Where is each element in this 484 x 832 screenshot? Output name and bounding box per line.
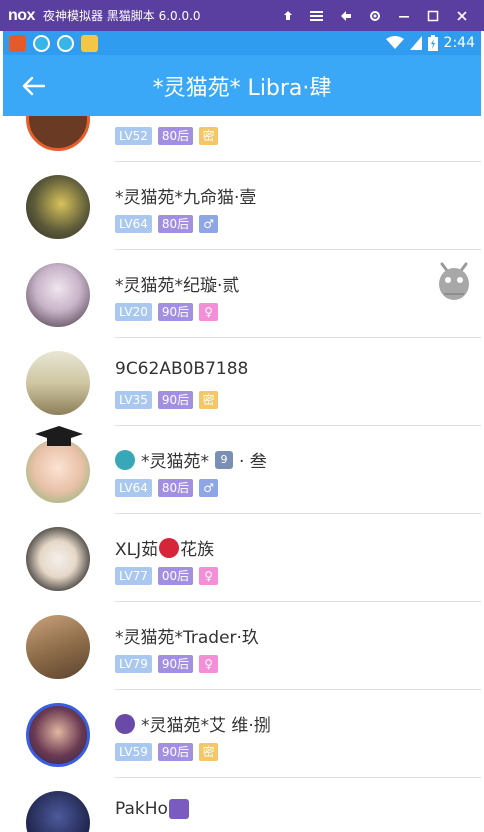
list-item[interactable]: *灵猫苑*九命猫·壹 LV64 80后 ♂	[3, 162, 481, 250]
age-badge: 00后	[157, 567, 194, 585]
level-badge: LV59	[115, 743, 152, 761]
avatar	[26, 263, 90, 327]
member-name-prefix: *灵猫苑*	[141, 452, 209, 472]
level-badge: LV79	[115, 655, 152, 673]
signal-icon	[409, 36, 422, 50]
emulator-controls	[273, 0, 476, 31]
restore-window-icon[interactable]	[331, 0, 360, 31]
member-name: 9C62AB0B7188	[115, 359, 249, 379]
avatar	[26, 116, 90, 151]
age-badge: 90后	[157, 391, 194, 409]
member-name-text: *灵猫苑*艾 维·捌	[141, 716, 271, 736]
avatar	[26, 615, 90, 679]
menu-icon[interactable]	[302, 0, 331, 31]
emulator-title: 夜神模拟器 黑猫脚本 6.0.0.0	[42, 9, 201, 23]
age-badge: 80后	[157, 479, 194, 497]
member-name: *灵猫苑* 9 · 叁	[115, 447, 267, 472]
level-badge: LV52	[115, 127, 152, 145]
list-item[interactable]: PakHo	[3, 778, 481, 832]
gender-badge: 密	[199, 391, 219, 409]
member-badges: LV20 90后 ♀	[115, 303, 219, 321]
app-header: *灵猫苑* Libra·肆	[3, 55, 481, 116]
age-badge: 80后	[157, 215, 194, 233]
member-name: *灵猫苑*Trader·玖	[115, 628, 259, 648]
hibiscus-emoji-icon	[159, 537, 180, 558]
list-item[interactable]: *灵猫苑*Trader·玖 LV79 90后 ♀	[3, 602, 481, 690]
member-list[interactable]: LV52 80后 密 *灵猫苑*九命猫·壹 LV64 80后 ♂ *灵猫苑*纪璇…	[3, 116, 481, 832]
level-badge: LV64	[115, 215, 152, 233]
gender-badge: 密	[199, 743, 219, 761]
member-name: *灵猫苑*纪璇·贰	[115, 276, 240, 296]
list-item[interactable]: XLJ茹 花族 LV77 00后 ♀	[3, 514, 481, 602]
gender-badge: ♀	[199, 655, 219, 673]
space-invader-emoji-icon	[168, 799, 189, 819]
member-name: XLJ茹 花族	[115, 535, 214, 560]
member-name: *灵猫苑*艾 维·捌	[115, 711, 271, 736]
maximize-icon[interactable]	[418, 0, 447, 31]
script-bug-icon[interactable]	[434, 258, 474, 304]
member-badges: LV59 90后 密	[115, 743, 219, 761]
member-badges: LV64 80后 ♂	[115, 215, 219, 233]
pin-icon[interactable]	[273, 0, 302, 31]
gender-badge: ♀	[199, 567, 219, 585]
member-name: *灵猫苑*九命猫·壹	[115, 188, 257, 208]
age-badge: 80后	[157, 127, 194, 145]
avatar	[26, 439, 90, 503]
gender-badge: 密	[199, 127, 219, 145]
member-badges: LV52 80后 密	[115, 127, 219, 145]
level-badge: LV35	[115, 391, 152, 409]
age-badge: 90后	[157, 655, 194, 673]
list-item[interactable]: *灵猫苑*艾 维·捌 LV59 90后 密	[3, 690, 481, 778]
page-title: *灵猫苑* Libra·肆	[152, 75, 332, 101]
member-name-prefix: XLJ茹	[115, 540, 159, 560]
settings-icon[interactable]	[360, 0, 389, 31]
level-badge: LV20	[115, 303, 152, 321]
android-status-bar: 2:44	[3, 31, 481, 55]
level-badge: LV77	[115, 567, 152, 585]
level-badge: LV64	[115, 479, 152, 497]
gender-badge: ♂	[199, 215, 219, 233]
close-icon[interactable]	[447, 0, 476, 31]
status-time: 2:44	[443, 35, 475, 51]
age-badge: 90后	[157, 743, 194, 761]
avatar	[26, 175, 90, 239]
battery-icon	[427, 35, 438, 51]
list-item[interactable]: *灵猫苑* 9 · 叁 LV64 80后 ♂	[3, 426, 481, 514]
member-name: PakHo	[115, 799, 195, 819]
gender-badge: ♂	[199, 479, 219, 497]
list-item[interactable]: 9C62AB0B7188 LV35 90后 密	[3, 338, 481, 426]
back-arrow-icon	[22, 76, 45, 95]
game-app-icon	[9, 34, 26, 52]
list-item[interactable]: *灵猫苑*纪璇·贰 LV20 90后 ♀	[3, 250, 481, 338]
member-badges: LV64 80后 ♂	[115, 479, 219, 497]
avatar	[26, 791, 90, 832]
emulator-title-bar: nox 夜神模拟器 黑猫脚本 6.0.0.0	[0, 0, 484, 31]
member-badges: LV79 90后 ♀	[115, 655, 219, 673]
list-item[interactable]: LV52 80后 密	[3, 116, 481, 162]
avatar	[26, 703, 90, 767]
member-badges: LV35 90后 密	[115, 391, 219, 409]
member-name-suffix: 花族	[180, 540, 215, 560]
cube-app-icon	[81, 34, 98, 52]
browser-app-icon	[33, 34, 50, 52]
minimize-icon[interactable]	[389, 0, 418, 31]
nox-logo: nox	[8, 6, 35, 24]
graduation-cap-icon	[35, 426, 83, 446]
member-badges: LV77 00后 ♀	[115, 567, 219, 585]
member-name-suffix: · 叁	[239, 452, 267, 472]
browser2-app-icon	[57, 34, 74, 52]
avatar	[26, 351, 90, 415]
wifi-icon	[385, 36, 404, 49]
member-name-text: PakHo	[115, 799, 168, 819]
back-button[interactable]	[3, 55, 63, 116]
crab-emoji-icon	[115, 713, 135, 734]
status-right: 2:44	[385, 35, 475, 51]
avatar	[26, 527, 90, 591]
gender-badge: ♀	[199, 303, 219, 321]
age-badge: 90后	[157, 303, 194, 321]
mortarboard-emoji-icon	[115, 449, 135, 470]
name-number-badge: 9	[215, 450, 233, 469]
